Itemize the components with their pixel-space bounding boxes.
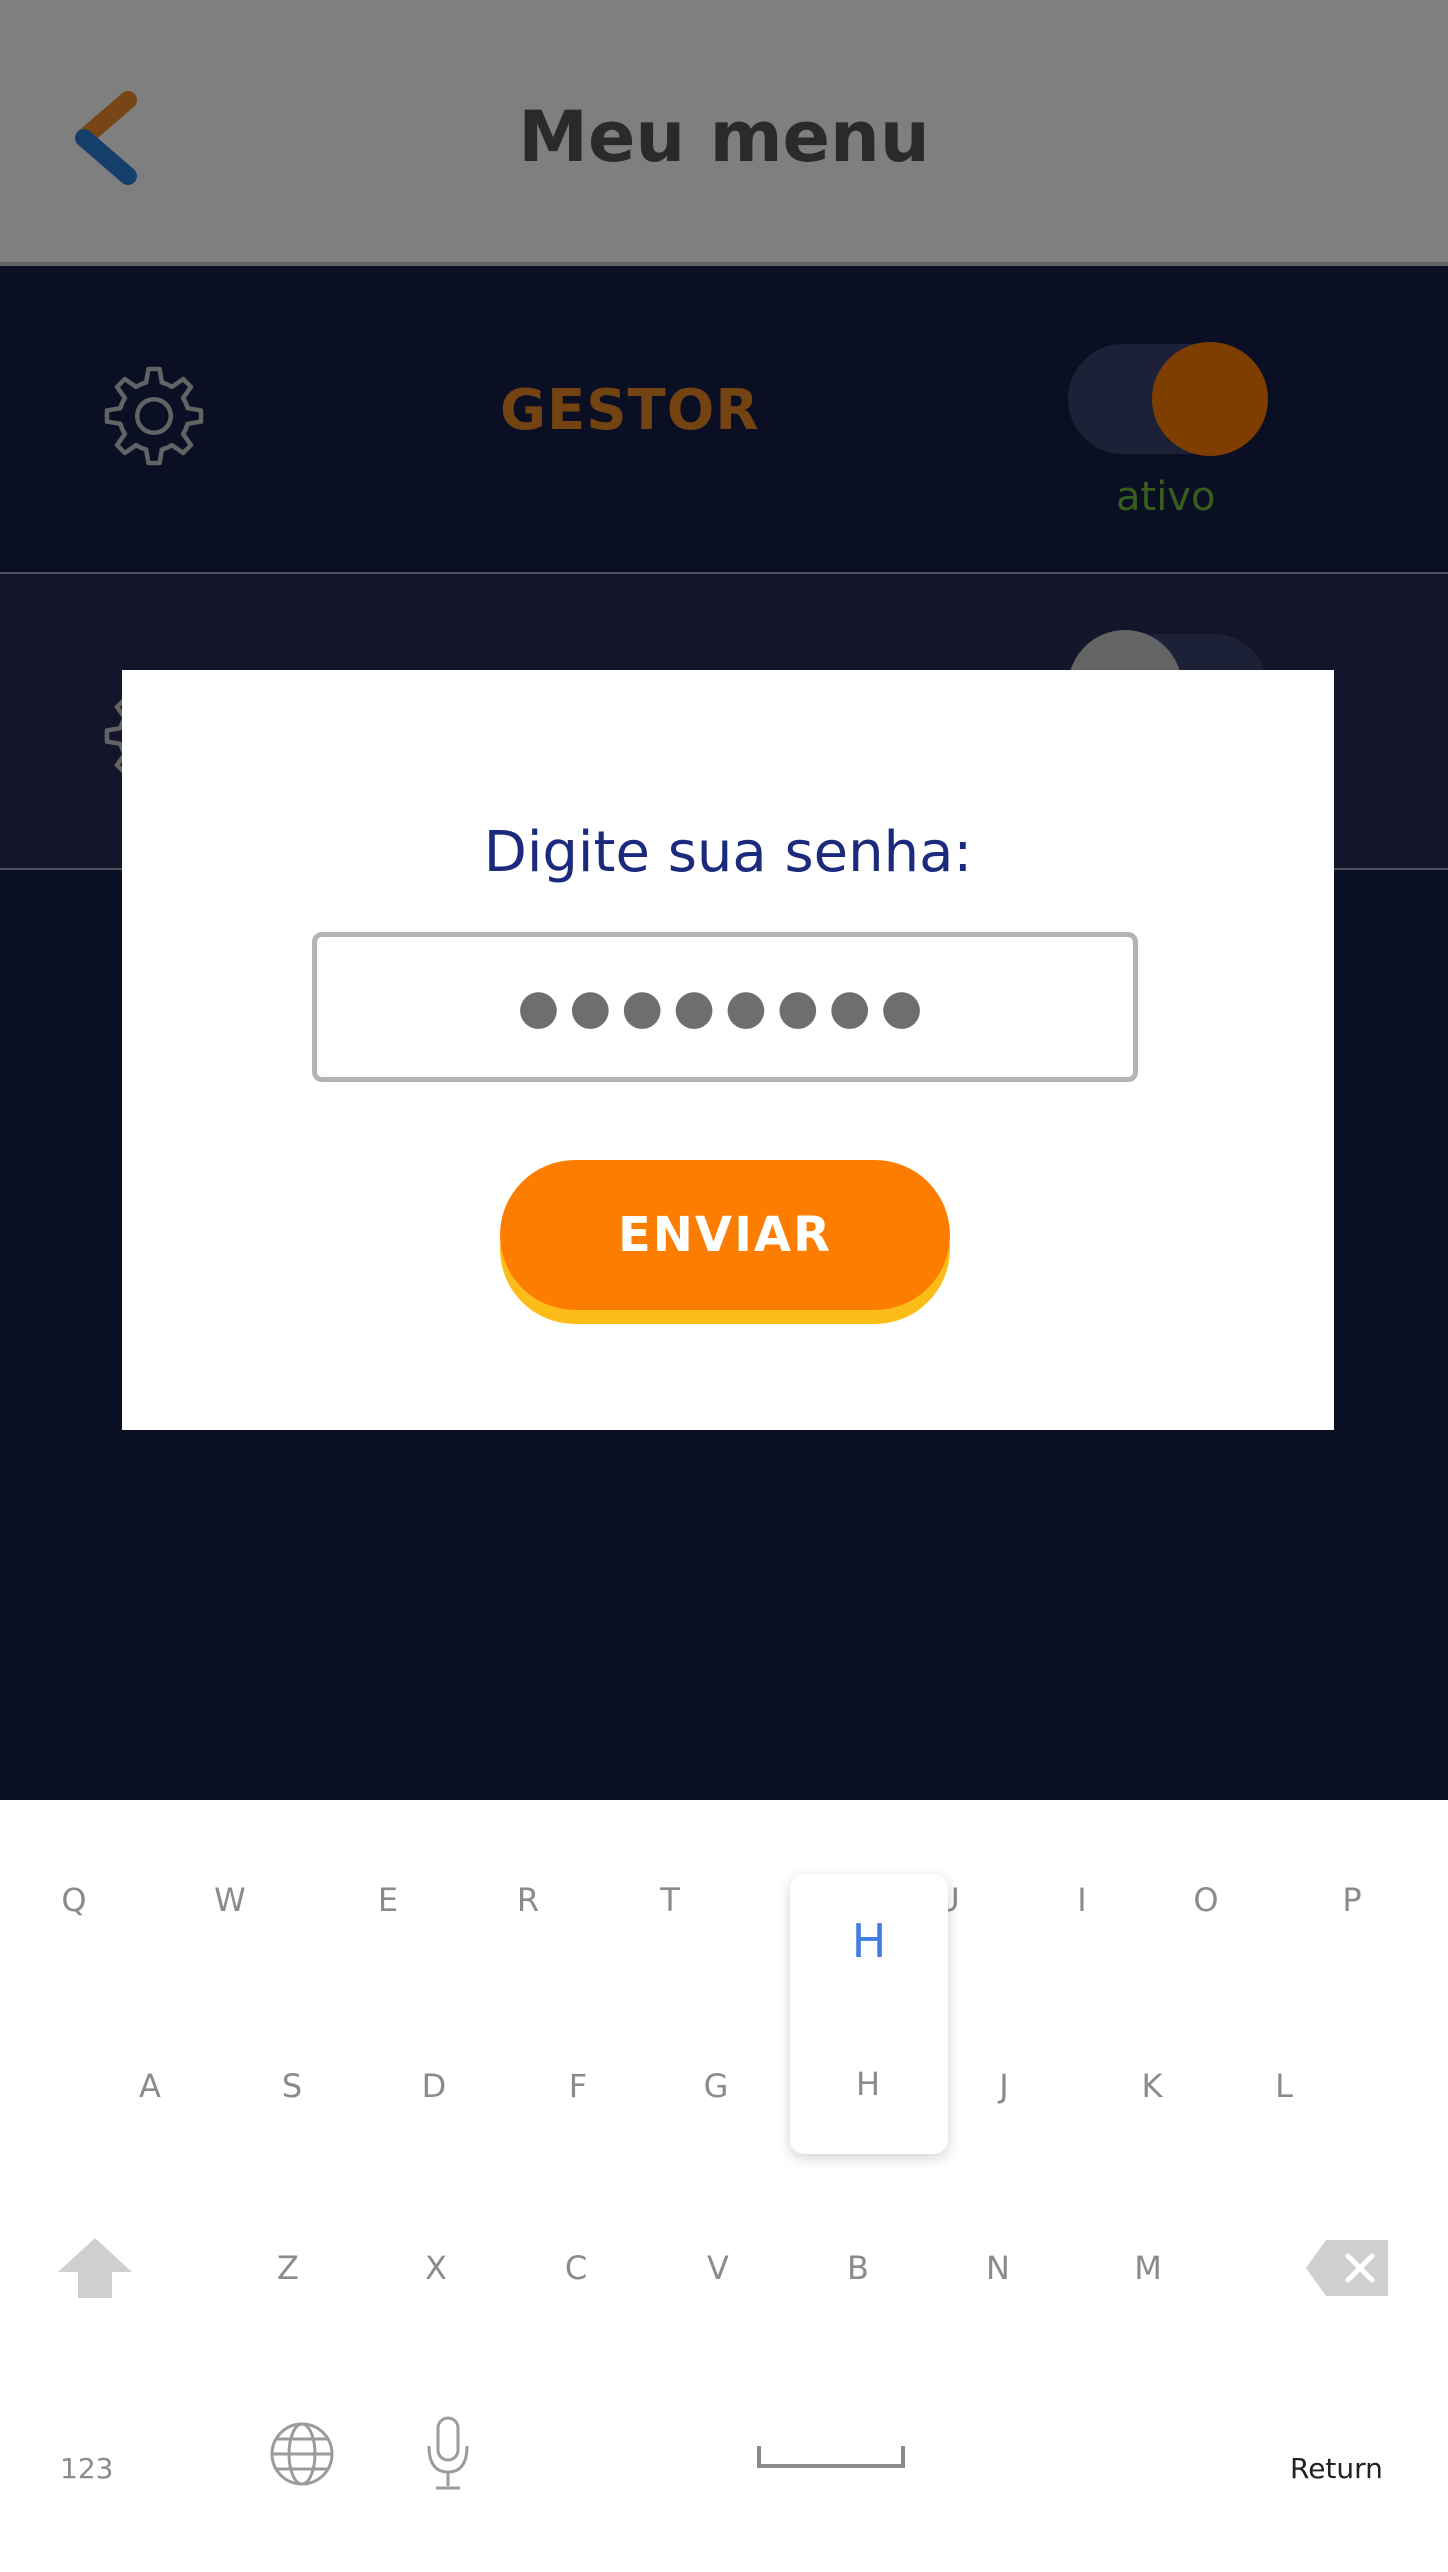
key-f[interactable]: F [538,2046,618,2126]
key-a[interactable]: A [110,2046,190,2126]
popup-letter: H [851,1914,887,1968]
key-p[interactable]: P [1312,1860,1392,1940]
key-v[interactable]: V [678,2228,758,2308]
numbers-key[interactable]: 123 [60,2452,113,2485]
pressed-key-base: H [855,2065,881,2103]
key-z[interactable]: Z [248,2228,328,2308]
password-input[interactable]: ●●●●●●●● [312,932,1138,1082]
key-r[interactable]: R [488,1860,568,1940]
shift-icon[interactable] [56,2236,134,2300]
key-s[interactable]: S [252,2046,332,2126]
space-key[interactable] [756,2444,906,2470]
key-w[interactable]: W [190,1860,270,1940]
key-n[interactable]: N [958,2228,1038,2308]
key-press-popup: H H [790,1874,948,2154]
backspace-icon[interactable] [1304,2238,1390,2298]
key-i[interactable]: I [1042,1860,1122,1940]
dialog-title: Digite sua senha: [483,820,973,885]
return-key[interactable]: Return [1290,2452,1383,2485]
key-t[interactable]: T [630,1860,710,1940]
key-o[interactable]: O [1166,1860,1246,1940]
key-g[interactable]: G [676,2046,756,2126]
key-m[interactable]: M [1108,2228,1188,2308]
password-dialog: Digite sua senha: ●●●●●●●● ENVIAR [122,670,1334,1430]
key-x[interactable]: X [396,2228,476,2308]
on-screen-keyboard: QWERTYUIOPASDFGHJKLZXCVBNM H H 123 Retur… [0,1800,1448,2572]
globe-icon[interactable] [268,2420,336,2488]
key-q[interactable]: Q [34,1860,114,1940]
key-e[interactable]: E [348,1860,428,1940]
key-l[interactable]: L [1244,2046,1324,2126]
key-c[interactable]: C [536,2228,616,2308]
key-b[interactable]: B [818,2228,898,2308]
microphone-icon[interactable] [424,2416,472,2492]
key-d[interactable]: D [394,2046,474,2126]
key-j[interactable]: J [964,2046,1044,2126]
submit-button[interactable]: ENVIAR [500,1160,950,1310]
key-k[interactable]: K [1112,2046,1192,2126]
